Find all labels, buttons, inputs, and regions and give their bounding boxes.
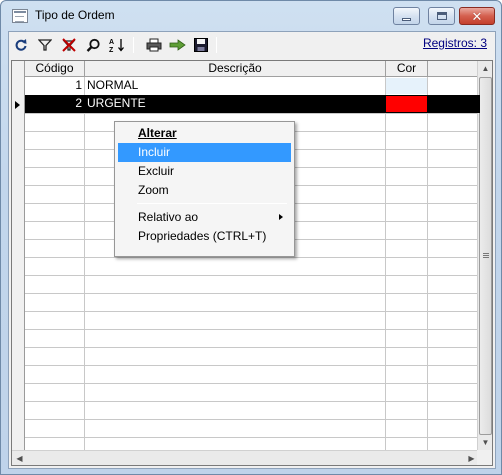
sort-button[interactable]: A Z [108,36,126,54]
cell-descricao: NORMAL [87,78,139,92]
sort-icon: A Z [109,39,124,53]
vertical-scrollbar[interactable]: ▲ ▼ [477,61,492,451]
grid-column-line [84,77,85,451]
menu-item-zoom[interactable]: Zoom [118,181,291,200]
toolbar-separator [216,37,217,53]
grid-row-line [25,383,480,384]
save-icon [194,38,208,52]
refresh-button[interactable] [12,36,30,54]
grid-column-line [427,77,428,451]
cell-codigo: 1 [75,78,82,92]
filter-icon [38,39,52,51]
grid-row-line [25,401,480,402]
current-row-pointer-icon [15,101,20,109]
grip-line [483,253,489,254]
registros-link[interactable]: Registros: 3 [423,36,487,50]
grip-line [483,255,489,256]
export-icon [169,39,186,51]
cell-cor [386,78,427,94]
menu-item-incluir[interactable]: Incluir [118,143,291,162]
grid-row-line [25,365,480,366]
horizontal-scrollbar[interactable]: ◀ ▶ [12,450,479,465]
menu-item-excluir[interactable]: Excluir [118,162,291,181]
maximize-icon [436,12,447,20]
clear-filter-icon [62,38,76,52]
app-icon [12,9,28,23]
minimize-button[interactable] [393,7,420,25]
column-header-codigo[interactable]: Código [25,61,85,77]
toolbar: A Z Registros: 3 [9,32,495,59]
scrollbar-corner [477,450,492,465]
grid-column-line [385,77,386,451]
window-title: Tipo de Ordem [35,8,115,22]
svg-text:A: A [109,39,114,46]
cell-codigo: 2 [75,96,82,110]
clear-filter-button[interactable] [60,36,78,54]
column-header-descricao[interactable]: Descrição [85,61,386,77]
print-icon [146,38,162,52]
grid-row-line [25,275,480,276]
maximize-button[interactable] [428,7,455,25]
cell-descricao: URGENTE [87,96,146,110]
scroll-up-icon[interactable]: ▲ [478,61,492,76]
scroll-down-icon[interactable]: ▼ [478,435,492,450]
save-button[interactable] [192,36,210,54]
search-icon [86,38,100,52]
grid-row-line [25,437,480,438]
filter-button[interactable] [36,36,54,54]
vertical-scroll-thumb[interactable] [479,77,492,435]
close-icon: ✕ [471,8,483,24]
refresh-icon [15,39,27,51]
close-button[interactable]: ✕ [459,7,495,25]
table-row-selected[interactable]: 2 URGENTE [25,95,480,113]
menu-item-relativo-label: Relativo ao [138,210,199,224]
scroll-left-icon[interactable]: ◀ [12,451,27,465]
grid-row-line [25,257,480,258]
table-row[interactable]: 1 NORMAL [25,77,480,95]
search-button[interactable] [84,36,102,54]
submenu-arrow-icon [279,214,283,220]
toolbar-separator [133,37,134,53]
column-header-cor[interactable]: Cor [386,61,428,77]
export-button[interactable] [169,36,187,54]
menu-separator [137,203,287,204]
title-bar[interactable]: Tipo de Ordem ✕ [1,1,501,31]
grid-row-line [25,347,480,348]
row-indicator-column [12,61,25,451]
grid-row-line [25,113,480,114]
column-header-filler [428,61,480,77]
grid-row-line [25,419,480,420]
menu-item-relativo-ao[interactable]: Relativo ao [118,208,291,227]
svg-text:Z: Z [109,47,114,53]
grid-row-line [25,311,480,312]
menu-item-alterar[interactable]: Alterar [118,124,291,143]
cell-cor-red [386,96,427,112]
grip-line [483,257,489,258]
context-menu: Alterar Incluir Excluir Zoom Relativo ao… [114,121,295,257]
print-button[interactable] [145,36,163,54]
grid-header: Código Descrição Cor [25,61,480,77]
minimize-icon [402,17,411,21]
grid-row-line [25,329,480,330]
grid-row-line [25,293,480,294]
menu-item-propriedades[interactable]: Propriedades (CTRL+T) [118,227,291,246]
